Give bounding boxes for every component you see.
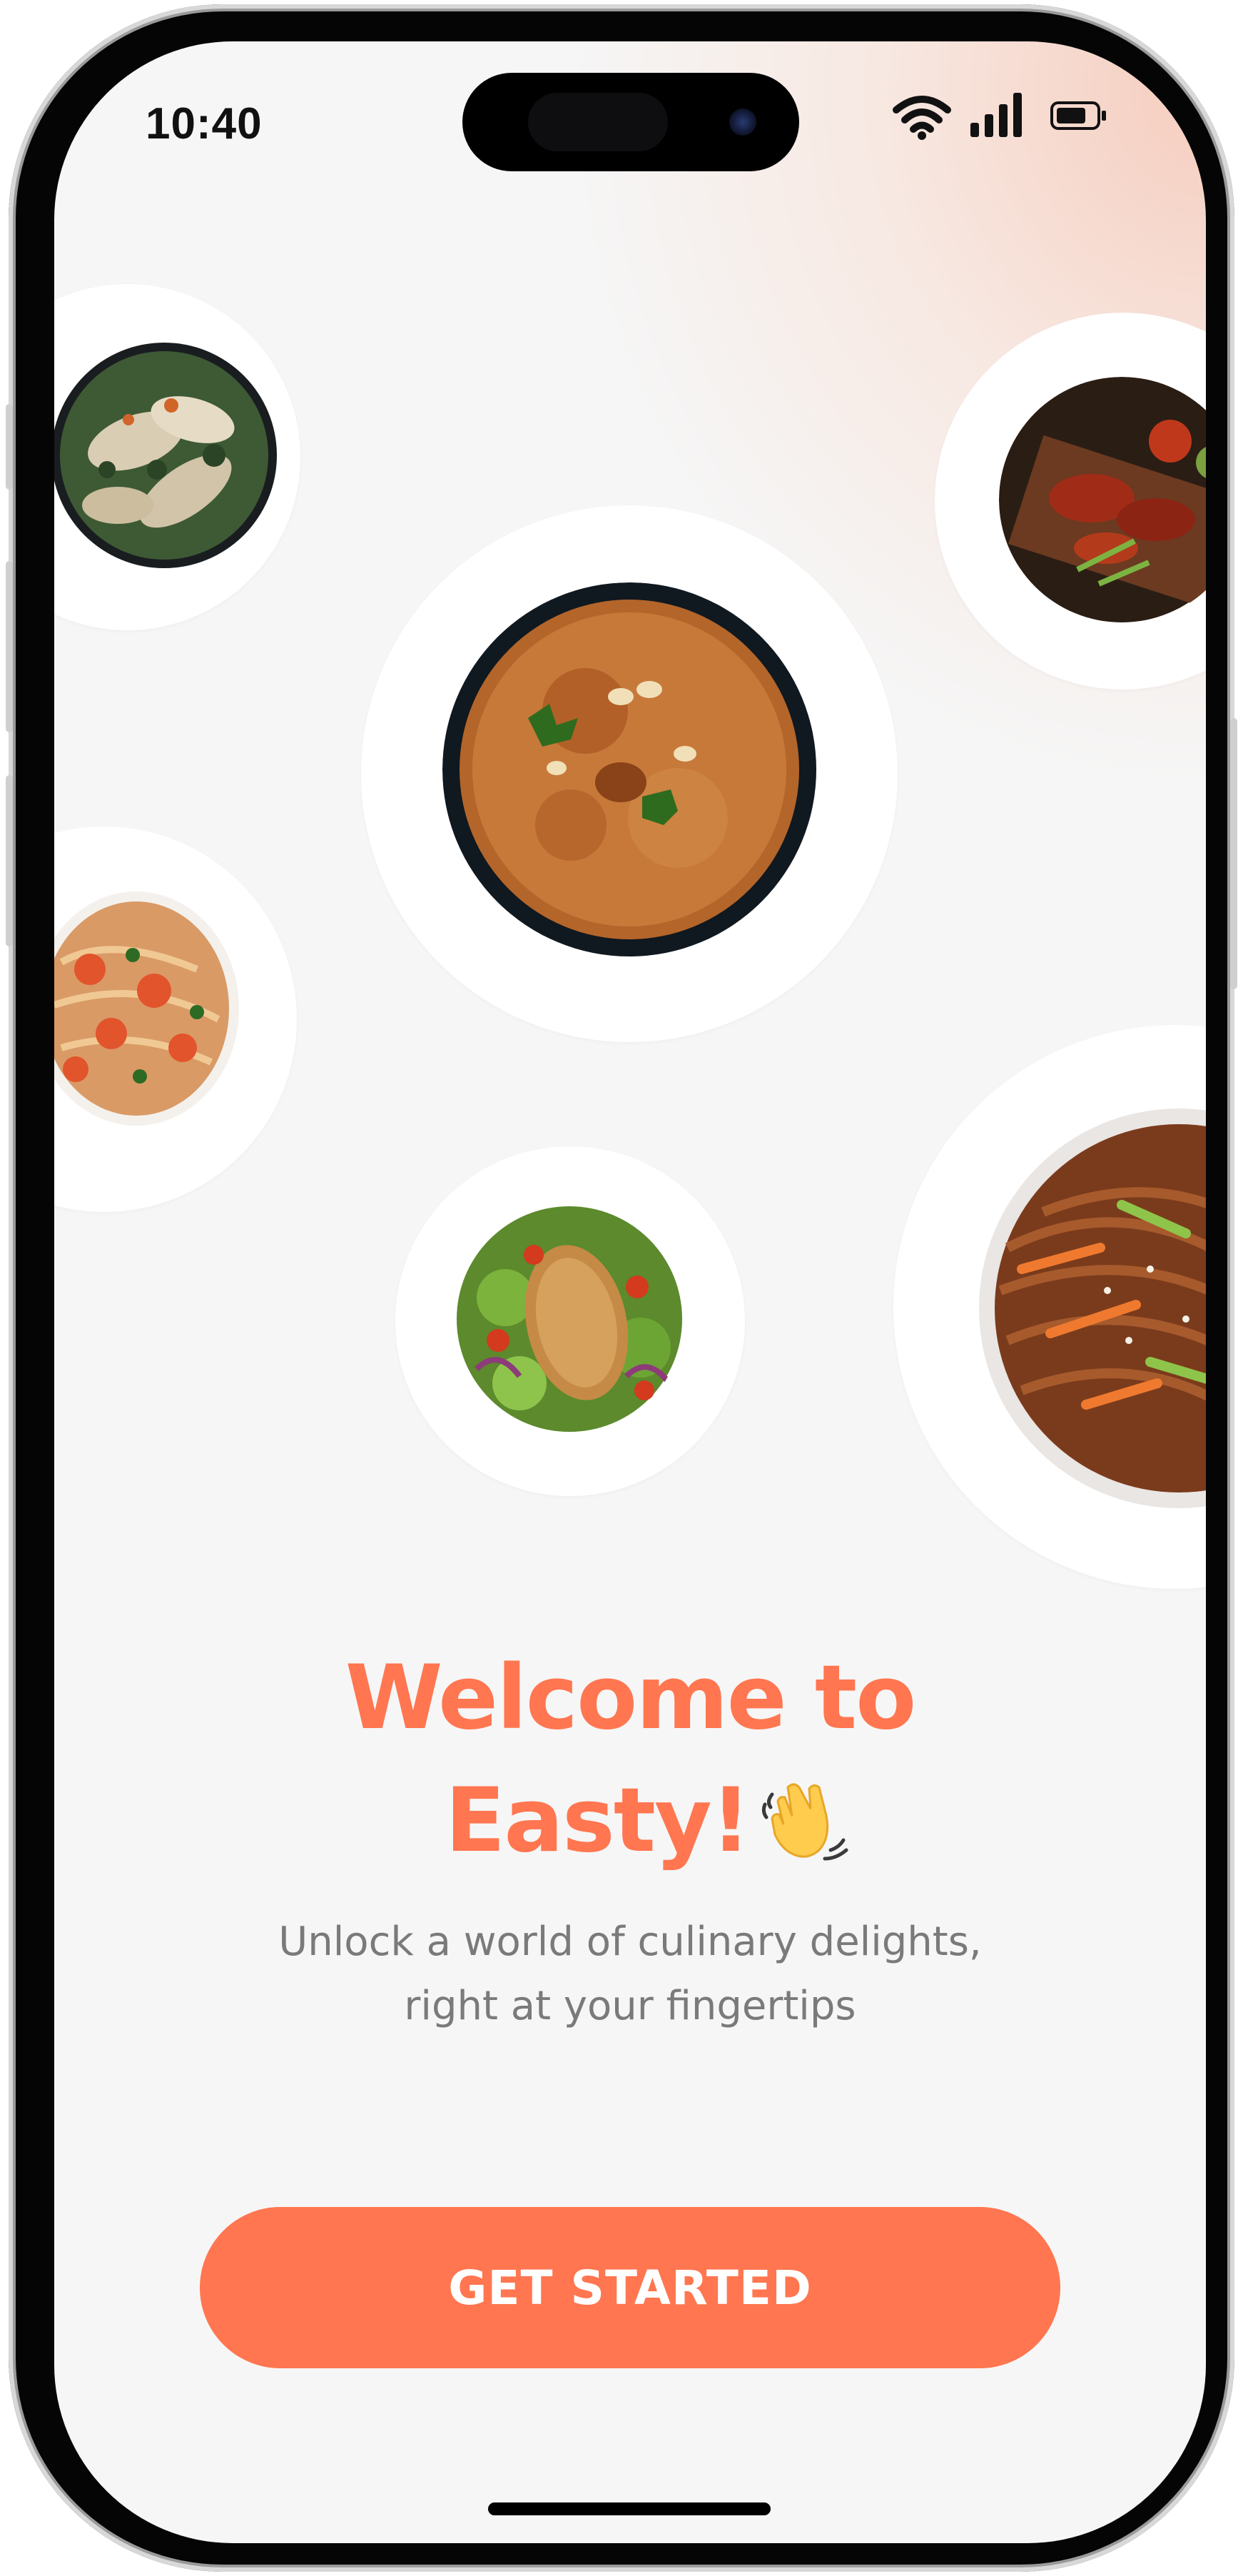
welcome-title-line1: Welcome to — [345, 1647, 917, 1749]
dish-image-spinach-fish — [54, 343, 277, 568]
dish-image-chicken-salad — [457, 1206, 682, 1432]
cellular-signal-icon — [970, 93, 1022, 137]
app-screen: 10:40 Welcome to Easty! Unlock a world o… — [54, 41, 1206, 2543]
app-name: Easty! — [445, 1769, 751, 1872]
action-button — [6, 404, 13, 490]
subtitle-line1: Unlock a world of culinary delights, — [278, 1919, 982, 1965]
volume-up-button — [6, 561, 13, 732]
dynamic-island — [462, 73, 799, 171]
front-camera-icon — [729, 108, 756, 136]
status-bar: 10:40 — [54, 41, 1206, 206]
welcome-title: Welcome to Easty! — [54, 1637, 1206, 1882]
status-icons — [892, 91, 1127, 141]
phone-frame: 10:40 Welcome to Easty! Unlock a world o… — [6, 4, 1237, 2572]
wifi-icon — [893, 96, 951, 140]
subtitle-line2: right at your fingertips — [404, 1983, 856, 2029]
home-indicator[interactable] — [488, 2502, 771, 2515]
battery-icon — [1050, 101, 1106, 130]
welcome-subtitle: Unlock a world of culinary delights, rig… — [54, 1910, 1206, 2039]
waving-hand-icon — [762, 1783, 848, 1861]
get-started-button[interactable]: GET STARTED — [200, 2207, 1060, 2368]
power-button — [1230, 718, 1237, 989]
status-time: 10:40 — [146, 99, 263, 148]
welcome-title-line2: Easty! — [73, 1759, 1206, 1882]
dish-image-biryani — [442, 582, 816, 956]
volume-down-button — [6, 775, 13, 946]
